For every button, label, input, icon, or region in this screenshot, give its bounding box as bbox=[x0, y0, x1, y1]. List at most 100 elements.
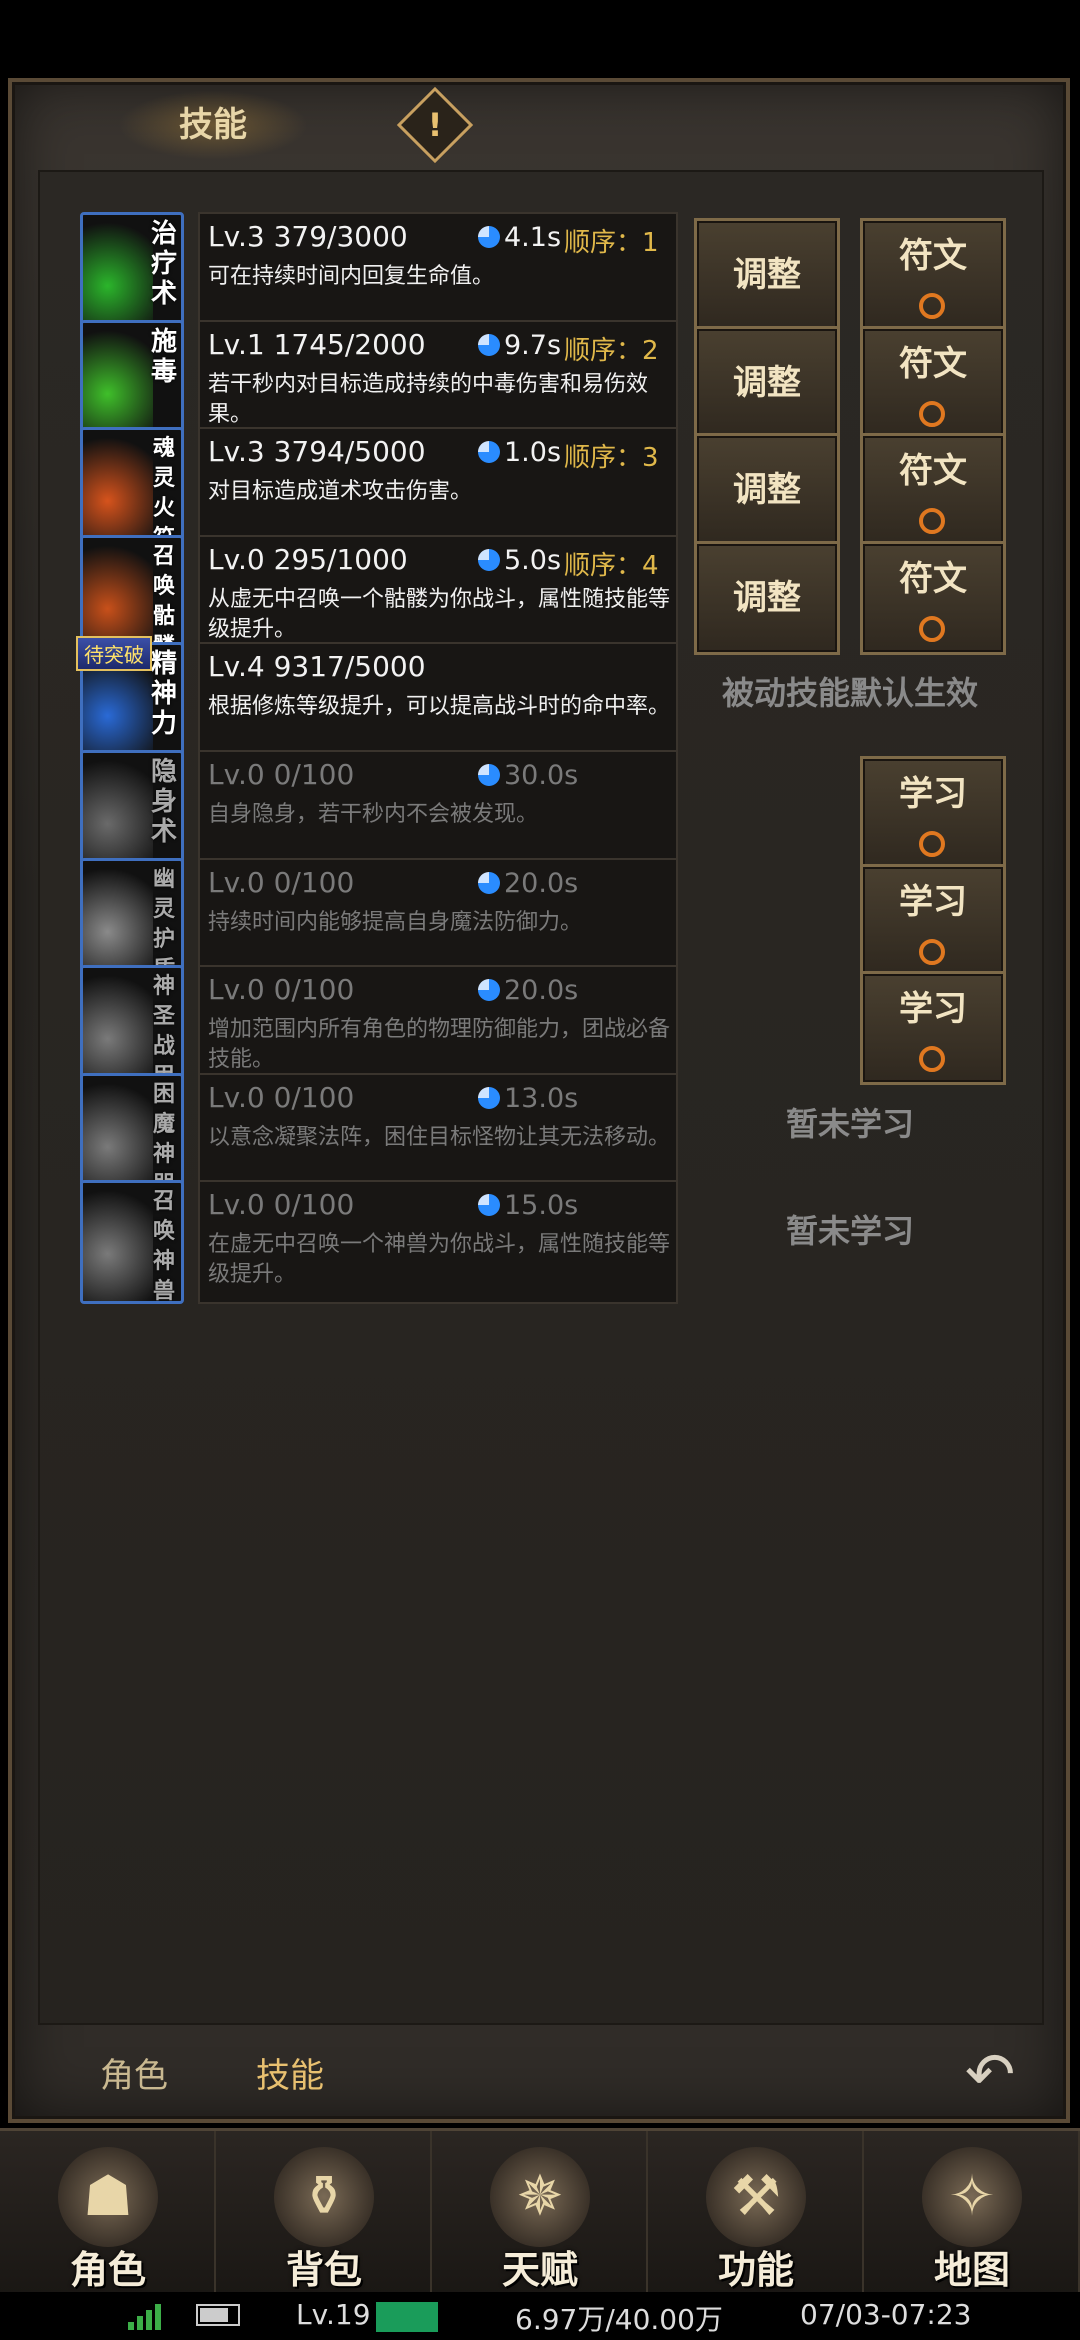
clock-time: 07/03-07:23 bbox=[800, 2298, 972, 2331]
skill-cooldown: 13.0s bbox=[478, 1083, 578, 1114]
skill-art bbox=[83, 1076, 153, 1194]
skill-description: 可在持续时间内回复生命值。 bbox=[208, 264, 495, 289]
clock-icon bbox=[478, 764, 500, 786]
rune-button[interactable]: 符文 bbox=[860, 433, 1006, 547]
skill-level: Lv.0 0/100 bbox=[208, 1081, 355, 1114]
skill-level: Lv.4 9317/5000 bbox=[208, 650, 426, 683]
skill-icon[interactable]: 施毒 bbox=[80, 320, 184, 444]
warning-icon[interactable]: ! bbox=[396, 86, 474, 164]
rune-button[interactable]: 符文 bbox=[860, 326, 1006, 440]
nav-item[interactable]: ✧ 地图 bbox=[864, 2131, 1080, 2295]
skill-level: Lv.0 0/100 bbox=[208, 758, 355, 791]
skill-icon[interactable]: 困魔神咒 bbox=[80, 1073, 184, 1197]
skill-icon[interactable]: 神圣战甲术 bbox=[80, 965, 184, 1089]
nav-item[interactable]: ✵ 天赋 bbox=[432, 2131, 648, 2295]
nav-label: 功能 bbox=[717, 2248, 794, 2292]
player-level: Lv.19 bbox=[296, 2298, 371, 2331]
tab-skills[interactable]: 技能 bbox=[256, 2048, 324, 2097]
skill-level: Lv.1 1745/2000 bbox=[208, 328, 426, 361]
nav-item[interactable]: ⚱ 背包 bbox=[216, 2131, 432, 2295]
skill-order: 顺序：1 bbox=[564, 228, 659, 258]
skill-description: 若干秒内对目标造成持续的中毒伤害和易伤效果。 bbox=[208, 372, 649, 427]
ring-icon bbox=[919, 939, 945, 965]
dragon-emblem-icon: ✵ bbox=[490, 2147, 590, 2247]
skill-icon-label: 隐身术 bbox=[150, 757, 177, 847]
skill-info: Lv.4 9317/5000 根据修炼等级提升，可以提高战斗时的命中率。 bbox=[198, 642, 678, 766]
skill-icon-label: 施毒 bbox=[150, 327, 177, 387]
clock-icon bbox=[478, 872, 500, 894]
skill-icon-label: 魂灵火符 bbox=[152, 436, 175, 548]
skill-level: Lv.0 295/1000 bbox=[208, 543, 408, 576]
skill-status-note: 暂未学习 bbox=[785, 1105, 914, 1143]
skill-level: Lv.0 0/100 bbox=[208, 973, 355, 1006]
skill-info: Lv.3 3794/5000 1.0s 顺序：3 对目标造成道术攻击伤害。 bbox=[198, 427, 678, 551]
learn-button[interactable]: 学习 bbox=[860, 756, 1006, 870]
nav-item[interactable]: ⚒ 功能 bbox=[648, 2131, 864, 2295]
skill-cooldown: 1.0s bbox=[478, 437, 561, 468]
signal-icon bbox=[128, 2302, 168, 2330]
skill-icon-label: 神圣战甲术 bbox=[152, 974, 175, 1086]
skill-art bbox=[83, 430, 153, 548]
skill-icon[interactable]: 隐身术 bbox=[80, 750, 184, 874]
skill-level: Lv.3 3794/5000 bbox=[208, 435, 426, 468]
skill-level: Lv.0 0/100 bbox=[208, 1188, 355, 1221]
clock-icon bbox=[478, 1087, 500, 1109]
tab-character[interactable]: 角色 bbox=[100, 2048, 168, 2097]
skill-art bbox=[83, 968, 153, 1086]
skill-icon[interactable]: 召唤神兽 bbox=[80, 1180, 184, 1304]
panel-tabs: 角色 技能 bbox=[8, 2030, 1070, 2120]
rune-button[interactable]: 符文 bbox=[860, 218, 1006, 332]
skill-icon-label: 召唤神兽 bbox=[152, 1189, 175, 1304]
adjust-button[interactable]: 调整 bbox=[694, 326, 840, 440]
back-arrow-icon[interactable]: ↶ bbox=[965, 2040, 1035, 2110]
adjust-button[interactable]: 调整 bbox=[694, 218, 840, 332]
ring-icon bbox=[919, 401, 945, 427]
xp-bar bbox=[376, 2302, 438, 2332]
skill-info: Lv.0 295/1000 5.0s 顺序：4 从虚无中召唤一个骷髅为你战斗，属性随技… bbox=[198, 535, 678, 659]
ring-icon bbox=[919, 1046, 945, 1072]
skill-description: 在虚无中召唤一个神兽为你战斗，属性随技能等级提升。 bbox=[208, 1232, 671, 1287]
adjust-button[interactable]: 调整 bbox=[694, 541, 840, 655]
rune-button[interactable]: 符文 bbox=[860, 541, 1006, 655]
skill-art bbox=[83, 861, 153, 979]
adjust-button[interactable]: 调整 bbox=[694, 433, 840, 547]
skill-art bbox=[83, 215, 153, 333]
clock-icon bbox=[478, 334, 500, 356]
skill-icon[interactable]: 魂灵火符 bbox=[80, 427, 184, 551]
skill-icon[interactable]: 幽灵护盾 bbox=[80, 858, 184, 982]
learn-button[interactable]: 学习 bbox=[860, 864, 1006, 978]
skill-description: 对目标造成道术攻击伤害。 bbox=[208, 479, 473, 504]
nav-label: 地图 bbox=[933, 2248, 1010, 2292]
nav-item[interactable]: ☗ 角色 bbox=[0, 2131, 216, 2295]
hooded-figure-icon: ☗ bbox=[58, 2147, 158, 2247]
skill-art bbox=[83, 753, 153, 871]
skill-level: Lv.3 379/3000 bbox=[208, 220, 408, 253]
skill-description: 自身隐身，若干秒内不会被发现。 bbox=[208, 802, 539, 827]
skill-info: Lv.1 1745/2000 9.7s 顺序：2 若干秒内对目标造成持续的中毒伤害和易… bbox=[198, 320, 678, 444]
skill-icon-label: 治疗术 bbox=[150, 219, 177, 309]
bottom-nav: ☗ 角色 ⚱ 背包 ✵ 天赋 ⚒ 功能 ✧ 地图 bbox=[0, 2128, 1080, 2295]
skill-order: 顺序：2 bbox=[564, 336, 659, 366]
skill-cooldown: 30.0s bbox=[478, 760, 578, 791]
skill-cooldown: 4.1s bbox=[478, 222, 561, 253]
skill-cooldown: 5.0s bbox=[478, 545, 561, 576]
skill-info: Lv.3 379/3000 4.1s 顺序：1 可在持续时间内回复生命值。 bbox=[198, 212, 678, 336]
top-black-bar bbox=[0, 0, 1080, 72]
nav-label: 天赋 bbox=[501, 2248, 578, 2292]
skill-cooldown: 20.0s bbox=[478, 975, 578, 1006]
panel-header: 技能 ! bbox=[8, 78, 1070, 174]
skill-icon[interactable]: 治疗术 bbox=[80, 212, 184, 336]
skill-row[interactable]: 召唤神兽 Lv.0 0/100 15.0s 在虚无中召唤一个神兽为你战斗，属性随技能… bbox=[80, 1180, 1000, 1310]
skill-info: Lv.0 0/100 30.0s 自身隐身，若干秒内不会被发现。 bbox=[198, 750, 678, 874]
skill-cooldown: 15.0s bbox=[478, 1190, 578, 1221]
learn-button[interactable]: 学习 bbox=[860, 971, 1006, 1085]
skill-art bbox=[83, 323, 153, 441]
skill-level: Lv.0 0/100 bbox=[208, 866, 355, 899]
skill-cooldown: 9.7s bbox=[478, 330, 561, 361]
nav-label: 背包 bbox=[285, 2248, 362, 2292]
ring-icon bbox=[919, 616, 945, 642]
skill-order: 顺序：3 bbox=[564, 443, 659, 473]
clock-icon bbox=[478, 979, 500, 1001]
anvil-icon: ⚒ bbox=[706, 2147, 806, 2247]
ring-icon bbox=[919, 831, 945, 857]
